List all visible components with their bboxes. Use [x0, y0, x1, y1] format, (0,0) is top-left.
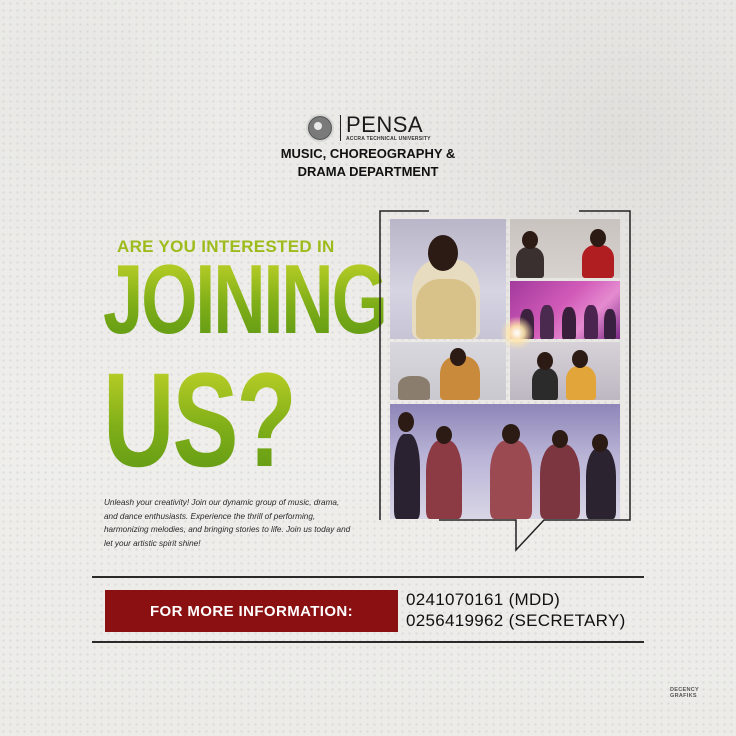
- photo-duet: [510, 219, 620, 278]
- photo-figure: [562, 307, 576, 339]
- phone-number-mdd[interactable]: 0241070161 (MDD): [406, 590, 560, 610]
- designer-credit: DECENCY GRAFIKS: [670, 687, 699, 699]
- photo-head: [398, 412, 414, 432]
- photo-figure: [490, 440, 532, 519]
- university-seal-icon: [306, 114, 334, 142]
- phone-number-secretary[interactable]: 0256419962 (SECRETARY): [406, 611, 626, 631]
- department-line-1: MUSIC, CHOREOGRAPHY &: [280, 146, 456, 161]
- description-text: Unleash your creativity! Join our dynami…: [104, 498, 351, 548]
- photo-figure: [532, 368, 558, 400]
- photo-head: [450, 348, 466, 366]
- photo-figure: [426, 440, 462, 519]
- photo-dance-group: [390, 404, 620, 519]
- photo-head: [436, 426, 452, 444]
- pensa-logo: PENSA ACCRA TECHNICAL UNIVERSITY: [306, 114, 431, 142]
- photo-figure: [540, 305, 554, 339]
- photo-figure: [586, 448, 616, 519]
- light-flare: [500, 316, 534, 350]
- photo-figure: [394, 434, 420, 519]
- headline-joining: JOINING: [103, 244, 388, 354]
- photo-figure: [604, 309, 616, 339]
- brand-subtitle: ACCRA TECHNICAL UNIVERSITY: [346, 136, 431, 142]
- photo-couple: [510, 342, 620, 400]
- photo-head: [590, 229, 606, 247]
- photo-figure: [540, 444, 580, 519]
- photo-head: [572, 350, 588, 368]
- logo-divider: [340, 115, 341, 141]
- photo-figure: [584, 305, 598, 339]
- photo-figure: [566, 366, 596, 400]
- photo-figure: [582, 245, 614, 278]
- photo-head: [428, 235, 458, 271]
- photo-singer: [390, 219, 506, 339]
- photo-head: [592, 434, 608, 452]
- brand-block: PENSA ACCRA TECHNICAL UNIVERSITY: [346, 114, 431, 142]
- photo-head: [552, 430, 568, 448]
- photo-head: [522, 231, 538, 249]
- photo-figure: [398, 376, 430, 400]
- photo-head: [537, 352, 553, 370]
- more-information-button[interactable]: FOR MORE INFORMATION:: [105, 590, 398, 632]
- top-rule: [92, 576, 644, 578]
- bottom-rule: [92, 641, 644, 643]
- photo-performance: [390, 342, 506, 400]
- photo-head: [502, 424, 520, 444]
- photo-figure: [516, 247, 544, 278]
- photo-dress: [416, 279, 476, 339]
- brand-name: PENSA: [346, 112, 424, 137]
- department-title: MUSIC, CHOREOGRAPHY & DRAMA DEPARTMENT: [240, 145, 496, 181]
- department-line-2: DRAMA DEPARTMENT: [297, 164, 439, 179]
- credit-line-2: GRAFIKS: [670, 693, 697, 699]
- headline-us: US?: [103, 346, 297, 495]
